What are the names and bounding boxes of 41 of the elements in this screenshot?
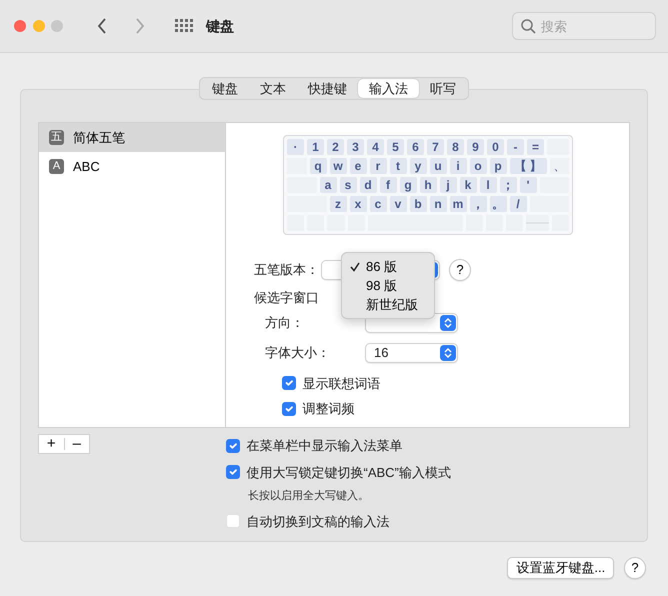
checkbox-label: 调整词频: [302, 400, 354, 418]
stepper-icon: [444, 318, 452, 328]
remove-button[interactable]: –: [64, 436, 89, 452]
checkbox-label: 显示联想词语: [302, 374, 380, 392]
checkbox[interactable]: [226, 465, 240, 480]
keyboard-drawing: · 1 2 3 4 5 6 7 8 9 0 - = q w e r t y u i o p 【 】 、 a s d f g h j k l ； ' z x c v b n m ， 。 /: [283, 135, 573, 235]
checkbox[interactable]: [282, 376, 296, 390]
font-size-popup[interactable]: 16: [365, 342, 458, 362]
window-title: 键盘: [206, 16, 234, 36]
field-label: 五笔版本：: [254, 261, 319, 280]
search-field[interactable]: 搜索: [512, 12, 656, 40]
font-size-value: 16: [374, 344, 388, 362]
section-label: 候选字窗口: [254, 289, 319, 307]
checkbox[interactable]: [282, 402, 296, 416]
checkbox-label: 使用大写锁定键切换“ABC”输入模式: [246, 464, 451, 482]
close-button[interactable]: [14, 20, 26, 32]
add-button[interactable]: +: [39, 436, 64, 452]
tab[interactable]: 文本: [249, 79, 297, 98]
field-label: 方向：: [265, 314, 305, 332]
setup-bluetooth-keyboard-button[interactable]: 设置蓝牙键盘...: [507, 557, 614, 579]
tab[interactable]: 快捷键: [297, 79, 358, 98]
menu-item[interactable]: 86 版: [342, 257, 434, 276]
tab[interactable]: 输入法: [358, 79, 419, 98]
menu-item[interactable]: 新世纪版: [342, 295, 434, 314]
grid-icon[interactable]: [175, 19, 193, 33]
checkbox-label: 自动切换到文稿的输入法: [246, 512, 390, 530]
tab[interactable]: 键盘: [201, 79, 249, 98]
input-source-item[interactable]: 五 简体五笔: [39, 123, 225, 152]
checkbox-label: 在菜单栏中显示输入法菜单: [246, 437, 402, 455]
stepper-icon: [444, 348, 452, 358]
menu-item[interactable]: 98 版: [342, 276, 434, 295]
help-button[interactable]: ?: [624, 557, 646, 579]
checkbox[interactable]: [226, 438, 240, 453]
search-icon: [521, 19, 536, 34]
hint-text: 长按以启用全大写键入。: [248, 488, 370, 504]
field-label: 字体大小：: [265, 344, 331, 362]
input-source-icon: A: [49, 159, 64, 174]
tab[interactable]: 听写: [419, 79, 467, 98]
help-button[interactable]: ?: [449, 259, 471, 281]
input-source-icon: 五: [49, 130, 64, 145]
back-icon[interactable]: [97, 18, 107, 34]
